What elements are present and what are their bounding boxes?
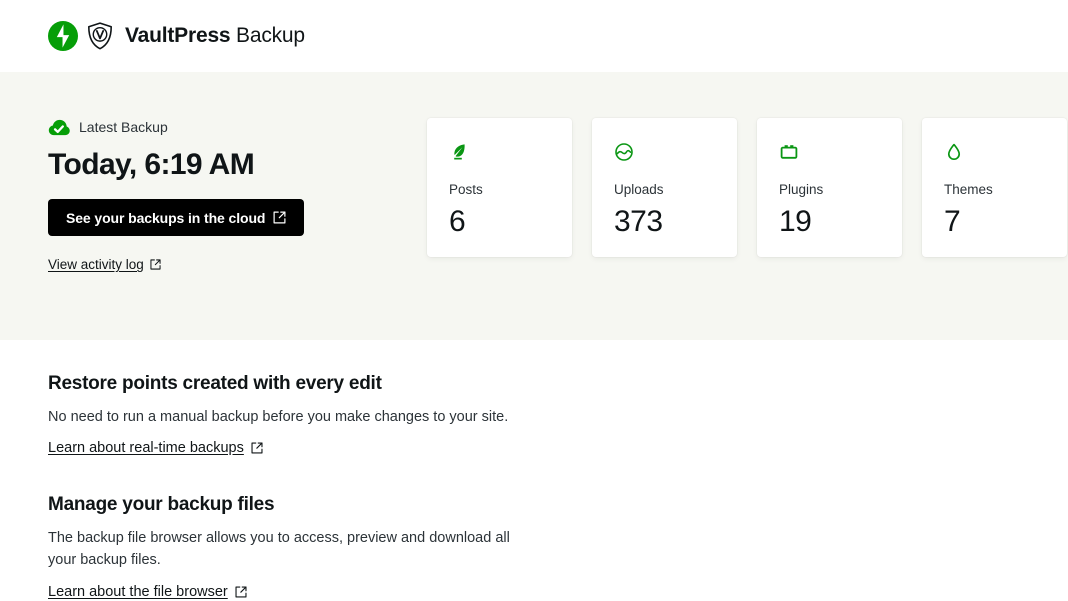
paint-droplet-icon — [947, 143, 961, 161]
see-backups-in-cloud-label: See your backups in the cloud — [66, 209, 266, 226]
cloud-check-icon — [48, 119, 70, 135]
external-link-icon — [150, 259, 161, 270]
stat-label: Themes — [944, 182, 993, 197]
latest-backup-label: Latest Backup — [79, 119, 168, 135]
stat-card-themes: Themes 7 — [922, 118, 1067, 257]
section-link-label: Learn about the file browser — [48, 583, 228, 600]
latest-backup-time: Today, 6:19 AM — [48, 148, 255, 181]
vaultpress-shield-icon — [88, 22, 112, 50]
plugin-plug-icon — [780, 145, 798, 159]
learn-about-the-file-browser-link[interactable]: Learn about the file browser — [48, 584, 247, 600]
brand-logo: VaultPress Backup — [48, 21, 305, 51]
brand-title-suffix: Backup — [236, 24, 305, 47]
latest-backup-status: Latest Backup — [48, 117, 379, 137]
stat-label: Uploads — [614, 182, 664, 197]
external-link-icon — [273, 211, 286, 224]
media-image-icon — [615, 143, 633, 161]
stat-card-plugins: Plugins 19 — [757, 118, 902, 257]
view-activity-log-label: View activity log — [48, 257, 144, 272]
section-manage-backup-files: Manage your backup files The backup file… — [48, 493, 1020, 601]
stat-card-uploads: Uploads 373 — [592, 118, 737, 257]
external-link-icon — [251, 442, 263, 454]
hero-summary: Latest Backup Today, 6:19 AM See your ba… — [48, 117, 379, 274]
stat-value: 373 — [614, 204, 663, 238]
jetpack-logo-icon — [48, 21, 78, 51]
backup-hero: Latest Backup Today, 6:19 AM See your ba… — [0, 72, 1068, 340]
view-activity-log-link[interactable]: View activity log — [48, 257, 161, 272]
app-header: VaultPress Backup — [0, 0, 1068, 72]
section-link-label: Learn about real-time backups — [48, 440, 244, 457]
section-title: Restore points created with every edit — [48, 373, 382, 394]
stat-value: 19 — [779, 204, 812, 238]
section-restore-points: Restore points created with every edit N… — [48, 372, 1020, 457]
info-sections: Restore points created with every edit N… — [0, 340, 1068, 601]
external-link-icon — [235, 586, 247, 598]
stat-label: Plugins — [779, 182, 824, 197]
section-body: No need to run a manual backup before yo… — [48, 408, 509, 425]
backup-stats-cards: Posts 6 Uploads 373 Plugins 19 Themes 7 — [427, 117, 1067, 257]
brand-title-strong: VaultPress — [125, 24, 231, 47]
section-body: The backup file browser allows you to ac… — [48, 529, 510, 569]
see-backups-in-cloud-button[interactable]: See your backups in the cloud — [48, 199, 305, 236]
stat-value: 6 — [449, 204, 466, 238]
brand-title: VaultPress Backup — [125, 24, 305, 48]
quill-pen-icon — [454, 144, 465, 160]
stat-label: Posts — [449, 182, 483, 197]
stat-value: 7 — [944, 204, 961, 238]
learn-about-real-time-backups-link[interactable]: Learn about real-time backups — [48, 440, 263, 456]
section-title: Manage your backup files — [48, 494, 275, 516]
stat-card-posts: Posts 6 — [427, 118, 572, 257]
